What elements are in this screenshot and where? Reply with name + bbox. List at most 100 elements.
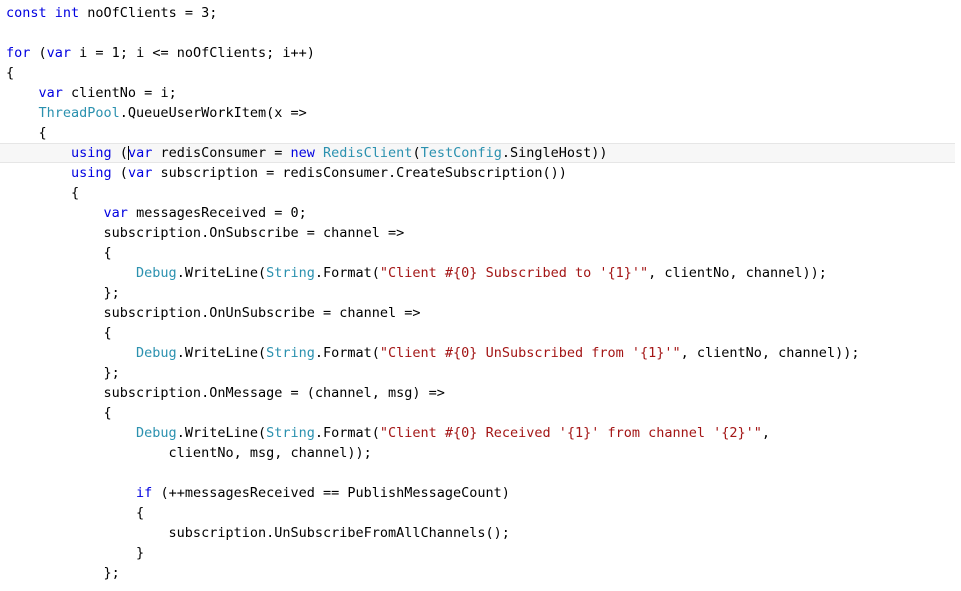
code-line-current[interactable]: using (var redisConsumer = new RedisClie… xyxy=(0,143,955,163)
code-line[interactable]: { xyxy=(0,63,961,83)
code-token-pln xyxy=(6,145,71,161)
code-token-pln: .WriteLine( xyxy=(176,425,267,441)
code-token-pln: }; xyxy=(6,285,120,301)
code-token-pln: , clientNo, channel)); xyxy=(648,265,827,281)
code-token-kw: int xyxy=(54,5,80,21)
code-token-pln: { xyxy=(6,185,80,201)
code-token-pln: subscription.OnSubscribe = channel => xyxy=(6,225,405,241)
code-token-pln: { xyxy=(6,405,112,421)
code-line[interactable]: for (var i = 1; i <= noOfClients; i++) xyxy=(0,43,961,63)
code-token-pln: { xyxy=(6,125,47,141)
code-token-kw: const xyxy=(6,5,47,21)
code-token-pln: { xyxy=(6,65,15,81)
code-token-typ: String xyxy=(266,425,315,441)
code-token-str: "Client #{0} Received '{1}' from channel… xyxy=(379,425,762,441)
code-token-typ: Debug xyxy=(136,265,177,281)
code-line[interactable]: }; xyxy=(0,283,961,303)
code-token-kw: using xyxy=(71,165,112,181)
code-token-pln xyxy=(6,485,136,501)
code-token-pln xyxy=(315,145,323,161)
code-line[interactable]: Debug.WriteLine(String.Format("Client #{… xyxy=(0,263,961,283)
code-token-pln: }; xyxy=(6,565,120,581)
code-line[interactable]: var clientNo = i; xyxy=(0,83,961,103)
code-text-surface[interactable]: const int noOfClients = 3; for (var i = … xyxy=(0,3,961,583)
code-token-kw: var xyxy=(103,205,128,221)
code-line[interactable]: Debug.WriteLine(String.Format("Client #{… xyxy=(0,423,961,443)
code-token-pln: clientNo = i; xyxy=(62,85,177,101)
code-token-pln: (++messagesReceived == PublishMessageCou… xyxy=(152,485,510,501)
code-token-pln: } xyxy=(6,545,145,561)
code-line[interactable]: { xyxy=(0,503,961,523)
code-token-typ: String xyxy=(266,265,315,281)
code-token-pln: ( xyxy=(111,145,128,161)
code-token-pln: .QueueUserWorkItem(x => xyxy=(119,105,307,121)
code-line[interactable]: subscription.OnMessage = (channel, msg) … xyxy=(0,383,961,403)
code-token-str: "Client #{0} Subscribed to '{1}'" xyxy=(379,265,649,281)
code-token-pln: .SingleHost)) xyxy=(501,145,608,161)
code-token-pln: subscription = redisConsumer.CreateSubsc… xyxy=(152,165,567,181)
code-token-typ: Debug xyxy=(136,425,177,441)
code-token-pln: .Format( xyxy=(314,345,380,361)
code-token-kw: var xyxy=(38,85,63,101)
code-line[interactable] xyxy=(0,23,961,43)
code-token-typ: TestConfig xyxy=(420,145,502,161)
code-token-pln: ( xyxy=(412,145,421,161)
code-token-pln xyxy=(6,165,71,181)
code-token-pln: messagesReceived = 0; xyxy=(127,205,307,221)
code-token-pln xyxy=(6,85,39,101)
code-line[interactable]: } xyxy=(0,543,961,563)
code-line[interactable]: subscription.OnUnSubscribe = channel => xyxy=(0,303,961,323)
code-token-pln: .Format( xyxy=(314,265,380,281)
code-token-kw: new xyxy=(290,145,315,161)
code-token-typ: ThreadPool xyxy=(38,105,120,121)
code-token-kw: var xyxy=(46,45,72,61)
code-token-pln xyxy=(47,5,55,21)
code-line[interactable]: { xyxy=(0,243,961,263)
code-line[interactable]: }; xyxy=(0,363,961,383)
code-line[interactable]: }; xyxy=(0,563,961,583)
code-token-pln xyxy=(6,345,136,361)
code-token-str: "Client #{0} UnSubscribed from '{1}'" xyxy=(379,345,681,361)
code-token-pln: ( xyxy=(30,45,47,61)
code-token-pln xyxy=(6,265,136,281)
code-line[interactable]: clientNo, msg, channel)); xyxy=(0,443,961,463)
code-line[interactable]: subscription.OnSubscribe = channel => xyxy=(0,223,961,243)
code-token-pln: redisConsumer = xyxy=(152,145,291,161)
code-line[interactable]: subscription.UnSubscribeFromAllChannels(… xyxy=(0,523,961,543)
code-token-kw: using xyxy=(71,145,112,161)
code-token-pln: subscription.UnSubscribeFromAllChannels(… xyxy=(6,525,510,541)
code-token-pln: clientNo, msg, channel)); xyxy=(6,445,372,461)
code-token-pln: subscription.OnMessage = (channel, msg) … xyxy=(6,385,445,401)
code-token-typ: Debug xyxy=(136,345,177,361)
code-line[interactable]: { xyxy=(0,123,961,143)
code-token-pln: subscription.OnUnSubscribe = channel => xyxy=(6,305,421,321)
code-line[interactable]: { xyxy=(0,403,961,423)
code-line[interactable] xyxy=(0,463,961,483)
code-token-pln: { xyxy=(6,245,112,261)
code-token-pln: { xyxy=(6,325,112,341)
code-editor[interactable]: const int noOfClients = 3; for (var i = … xyxy=(0,0,961,591)
code-token-kw: for xyxy=(6,45,31,61)
code-line[interactable]: { xyxy=(0,183,961,203)
code-token-pln: .WriteLine( xyxy=(176,345,267,361)
code-line[interactable]: var messagesReceived = 0; xyxy=(0,203,961,223)
code-token-pln: { xyxy=(6,505,145,521)
code-token-pln xyxy=(6,425,136,441)
code-line[interactable]: const int noOfClients = 3; xyxy=(0,3,961,23)
code-line[interactable]: if (++messagesReceived == PublishMessage… xyxy=(0,483,961,503)
code-token-typ: RedisClient xyxy=(323,145,413,161)
code-token-pln: noOfClients = 3; xyxy=(79,5,218,21)
code-line[interactable]: using (var subscription = redisConsumer.… xyxy=(0,163,961,183)
code-token-typ: String xyxy=(266,345,315,361)
code-token-pln: }; xyxy=(6,365,120,381)
code-token-pln: ( xyxy=(111,165,128,181)
code-token-pln: , xyxy=(761,425,771,441)
code-token-pln: , clientNo, channel)); xyxy=(680,345,860,361)
code-line[interactable]: Debug.WriteLine(String.Format("Client #{… xyxy=(0,343,961,363)
code-line[interactable]: ThreadPool.QueueUserWorkItem(x => xyxy=(0,103,961,123)
code-token-pln: .Format( xyxy=(314,425,380,441)
code-token-pln xyxy=(6,105,39,121)
code-token-pln xyxy=(6,205,104,221)
code-line[interactable]: { xyxy=(0,323,961,343)
code-token-kw: var xyxy=(127,145,153,161)
